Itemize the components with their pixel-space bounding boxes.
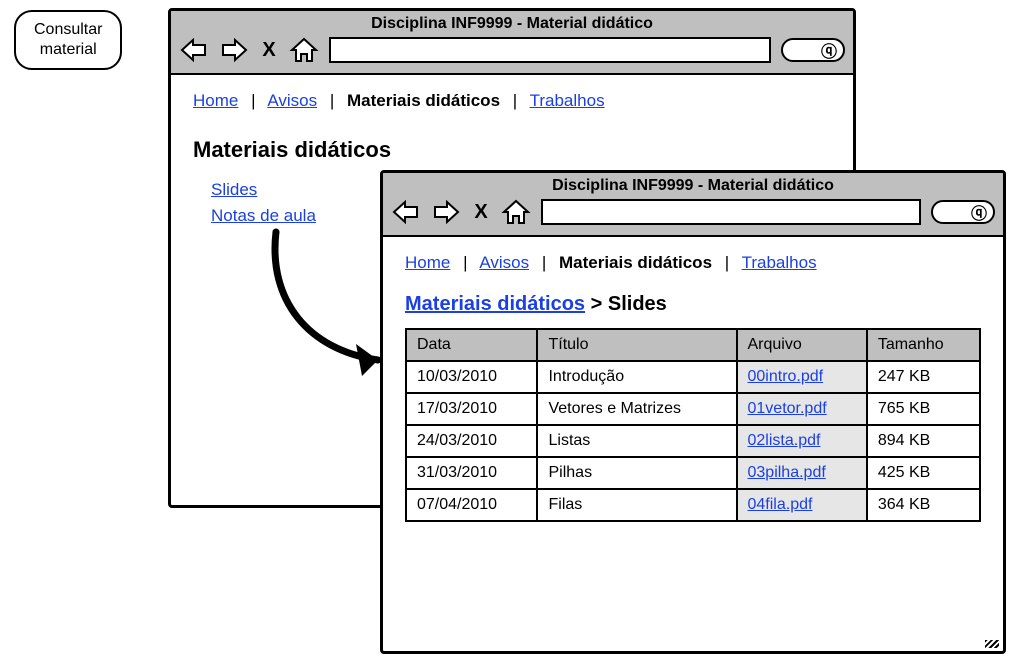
tab-home[interactable]: Home	[405, 253, 450, 272]
url-bar[interactable]	[541, 199, 921, 225]
back-icon[interactable]	[391, 199, 421, 225]
cell-arquivo: 04fila.pdf	[737, 489, 867, 521]
search-pill[interactable]: ⓠ	[781, 38, 845, 62]
annotation-bubble: Consultar material	[14, 10, 122, 70]
crumb-parent[interactable]: Materiais didáticos	[405, 293, 585, 315]
breadcrumb: Materiais didáticos > Slides	[405, 293, 981, 316]
back-icon[interactable]	[179, 37, 209, 63]
cell-titulo: Vetores e Matrizes	[537, 393, 736, 425]
titlebar: Disciplina INF9999 - Material didático X…	[383, 173, 1003, 237]
link-notas[interactable]: Notas de aula	[211, 206, 316, 225]
col-arquivo: Arquivo	[737, 329, 867, 361]
forward-icon[interactable]	[431, 199, 461, 225]
tab-materiais[interactable]: Materiais didáticos	[559, 253, 712, 272]
page-title: Materiais didáticos	[193, 137, 831, 163]
cell-tamanho: 364 KB	[867, 489, 980, 521]
files-table: Data Título Arquivo Tamanho 10/03/2010In…	[405, 328, 981, 522]
table-row: 31/03/2010Pilhas 03pilha.pdf 425 KB	[406, 457, 980, 489]
toolbar: X ⓠ	[391, 199, 995, 225]
table-header-row: Data Título Arquivo Tamanho	[406, 329, 980, 361]
search-pill[interactable]: ⓠ	[931, 200, 995, 224]
table-row: 17/03/2010Vetores e Matrizes 01vetor.pdf 7…	[406, 393, 980, 425]
toolbar: X ⓠ	[179, 37, 845, 63]
cell-titulo: Filas	[537, 489, 736, 521]
forward-icon[interactable]	[219, 37, 249, 63]
col-tamanho: Tamanho	[867, 329, 980, 361]
file-link[interactable]: 00intro.pdf	[748, 368, 824, 385]
tab-trabalhos[interactable]: Trabalhos	[530, 91, 605, 110]
url-bar[interactable]	[329, 37, 771, 63]
search-icon: ⓠ	[971, 200, 987, 224]
cell-titulo: Introdução	[537, 361, 736, 393]
file-link[interactable]: 03pilha.pdf	[748, 464, 826, 481]
window-title: Disciplina INF9999 - Material didático	[179, 15, 845, 37]
cell-arquivo: 03pilha.pdf	[737, 457, 867, 489]
table-row: 24/03/2010Listas 02lista.pdf 894 KB	[406, 425, 980, 457]
table-row: 07/04/2010Filas 04fila.pdf 364 KB	[406, 489, 980, 521]
tab-materiais[interactable]: Materiais didáticos	[347, 91, 500, 110]
nav-tabs: Home | Avisos | Materiais didáticos | Tr…	[193, 91, 831, 111]
tab-sep: |	[463, 253, 467, 273]
nav-tabs: Home | Avisos | Materiais didáticos | Tr…	[405, 253, 981, 273]
tab-sep: |	[542, 253, 546, 273]
tab-avisos[interactable]: Avisos	[479, 253, 529, 272]
titlebar: Disciplina INF9999 - Material didático X…	[171, 11, 853, 75]
cell-tamanho: 765 KB	[867, 393, 980, 425]
cell-data: 31/03/2010	[406, 457, 537, 489]
tab-avisos[interactable]: Avisos	[267, 91, 317, 110]
cell-tamanho: 894 KB	[867, 425, 980, 457]
browser-window-2: Disciplina INF9999 - Material didático X…	[380, 170, 1006, 654]
tab-sep: |	[330, 91, 334, 111]
home-icon[interactable]	[289, 37, 319, 63]
file-link[interactable]: 02lista.pdf	[748, 432, 821, 449]
tab-trabalhos[interactable]: Trabalhos	[742, 253, 817, 272]
cell-titulo: Pilhas	[537, 457, 736, 489]
search-icon: ⓠ	[821, 38, 837, 62]
cell-data: 24/03/2010	[406, 425, 537, 457]
cell-tamanho: 425 KB	[867, 457, 980, 489]
tab-sep: |	[725, 253, 729, 273]
crumb-arrow: >	[591, 293, 603, 315]
window-title: Disciplina INF9999 - Material didático	[391, 177, 995, 199]
table-row: 10/03/2010Introdução 00intro.pdf 247 KB	[406, 361, 980, 393]
cell-tamanho: 247 KB	[867, 361, 980, 393]
file-link[interactable]: 01vetor.pdf	[748, 400, 827, 417]
stop-button[interactable]: X	[259, 39, 279, 62]
crumb-current: Slides	[608, 293, 667, 315]
tab-home[interactable]: Home	[193, 91, 238, 110]
stop-button[interactable]: X	[471, 201, 491, 224]
cell-data: 07/04/2010	[406, 489, 537, 521]
home-icon[interactable]	[501, 199, 531, 225]
annotation-line1: Consultar	[34, 21, 102, 38]
annotation-line2: material	[40, 41, 97, 58]
cell-data: 17/03/2010	[406, 393, 537, 425]
cell-arquivo: 00intro.pdf	[737, 361, 867, 393]
tab-sep: |	[513, 91, 517, 111]
file-link[interactable]: 04fila.pdf	[748, 496, 813, 513]
tab-sep: |	[251, 91, 255, 111]
cell-titulo: Listas	[537, 425, 736, 457]
col-data: Data	[406, 329, 537, 361]
content-area: Home | Avisos | Materiais didáticos | Tr…	[383, 237, 1003, 538]
link-slides[interactable]: Slides	[211, 180, 257, 199]
cell-arquivo: 02lista.pdf	[737, 425, 867, 457]
cell-data: 10/03/2010	[406, 361, 537, 393]
col-titulo: Título	[537, 329, 736, 361]
cell-arquivo: 01vetor.pdf	[737, 393, 867, 425]
